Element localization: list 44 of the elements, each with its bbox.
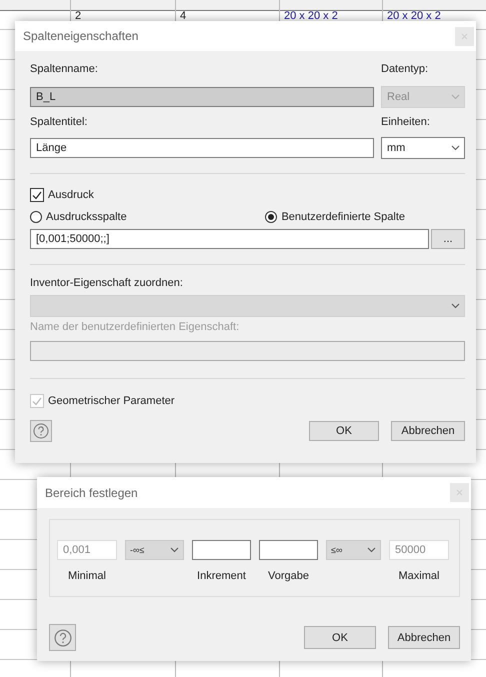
field-label: Name der benutzerdefinierten Eigenschaft:	[30, 321, 240, 333]
field-caption: Inkrement	[197, 570, 246, 582]
range-value-field[interactable]	[259, 540, 318, 560]
help-button[interactable]	[49, 624, 76, 651]
cancel-button[interactable]: Abbrechen	[388, 626, 460, 649]
field-caption: Maximal	[398, 570, 440, 582]
chevron-down-icon	[451, 94, 460, 100]
field-caption: Minimal	[68, 570, 106, 582]
ok-button[interactable]: OK	[309, 421, 379, 441]
checkbox[interactable]	[30, 188, 44, 202]
field-label: Spaltenname:	[30, 63, 99, 75]
cancel-button[interactable]: Abbrechen	[391, 421, 465, 441]
field-label: Spaltentitel:	[30, 116, 88, 128]
field-label: Einheiten:	[381, 116, 431, 128]
bound-select[interactable]: ≤∞	[326, 540, 381, 560]
checkbox-label: Ausdruck	[48, 189, 94, 201]
ok-button[interactable]: OK	[304, 626, 376, 649]
bound-select[interactable]: -∞≤	[125, 540, 184, 560]
browse-button[interactable]: ...	[431, 229, 465, 249]
radio-label: Ausdrucksspalte	[46, 211, 127, 223]
window-title: Bereich festlegen	[45, 486, 138, 500]
radio-label: Benutzerdefinierte Spalte	[281, 211, 405, 223]
range-value-field[interactable]	[192, 540, 251, 560]
units-select[interactable]: mm	[381, 137, 465, 159]
radio-button[interactable]	[30, 211, 42, 223]
radio-button[interactable]	[265, 211, 278, 223]
expression-field[interactable]: [0,001;50000;;]	[30, 229, 429, 249]
help-button[interactable]	[30, 420, 52, 442]
chevron-down-icon	[451, 303, 460, 309]
chevron-down-icon	[367, 547, 376, 553]
help-icon	[54, 628, 72, 646]
checkbox-label: Geometrischer Parameter	[48, 395, 175, 407]
field-label: Inventor-Eigenschaft zuordnen:	[30, 277, 184, 289]
close-icon	[456, 489, 463, 496]
checkmark-icon	[32, 396, 42, 406]
help-icon	[33, 423, 49, 439]
close-icon	[461, 32, 468, 40]
chevron-down-icon	[451, 145, 460, 151]
chevron-down-icon	[170, 547, 179, 553]
checkmark-icon	[32, 190, 42, 200]
field-label: Datentyp:	[381, 63, 430, 75]
window-title: Spalteneigenschaften	[23, 29, 138, 43]
column-title-field[interactable]: Länge	[30, 138, 374, 158]
field-caption: Vorgabe	[268, 570, 309, 582]
